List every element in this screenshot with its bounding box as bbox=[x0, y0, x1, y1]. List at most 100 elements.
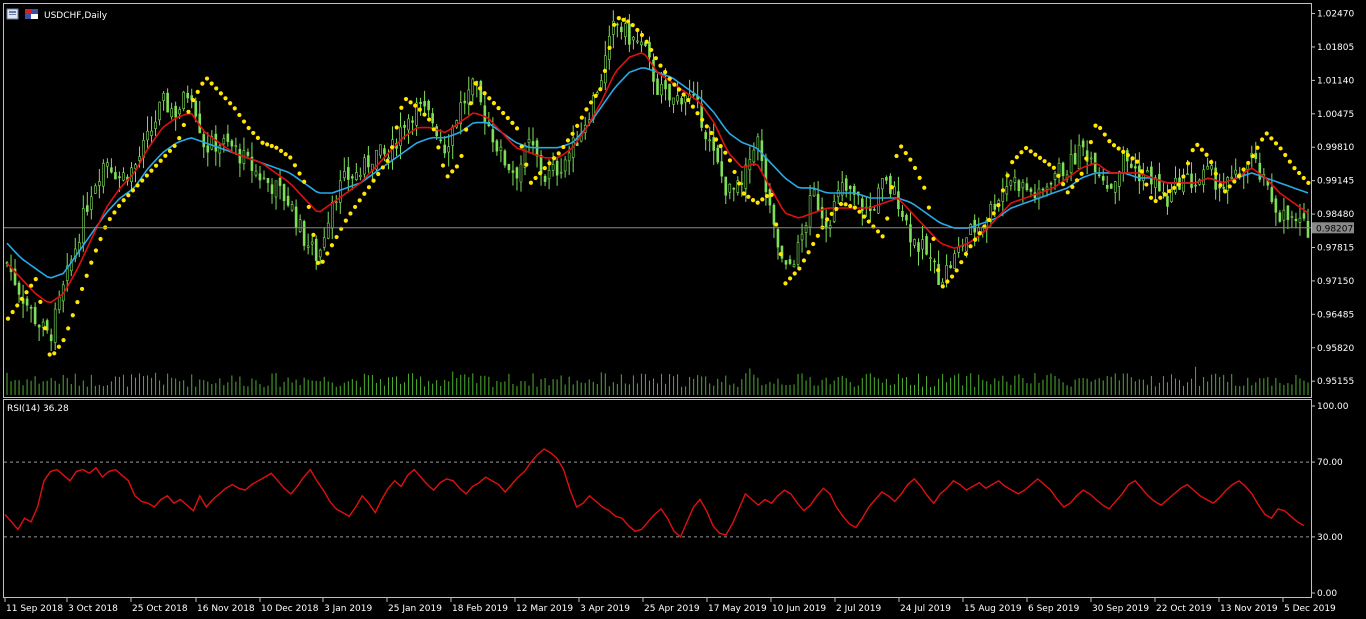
sar-dot bbox=[246, 125, 251, 131]
sar-dot bbox=[848, 203, 853, 209]
current-price-label: 0.98207 bbox=[1316, 224, 1353, 234]
candle-body bbox=[1017, 180, 1021, 192]
candle-body bbox=[812, 189, 816, 197]
sar-dot bbox=[1023, 145, 1029, 151]
sar-dot bbox=[723, 150, 728, 155]
price-tick-label: 1.01140 bbox=[1317, 76, 1354, 86]
candle-body bbox=[102, 163, 105, 187]
sar-dot bbox=[93, 248, 99, 253]
sar-dot bbox=[241, 119, 247, 124]
candle-body bbox=[1186, 173, 1189, 176]
sar-dot bbox=[191, 97, 196, 103]
sar-dot bbox=[686, 97, 691, 103]
candle-body bbox=[114, 172, 117, 180]
candle-body bbox=[1206, 166, 1209, 170]
sar-dot bbox=[838, 201, 844, 207]
candle-body bbox=[599, 80, 603, 89]
sar-dot bbox=[880, 234, 885, 239]
sar-dot bbox=[612, 22, 617, 27]
sar-dot bbox=[24, 290, 29, 295]
sar-dot bbox=[922, 185, 927, 190]
sar-dot bbox=[302, 179, 307, 184]
sar-dot bbox=[1098, 125, 1103, 131]
time-tick-label: 30 Sep 2019 bbox=[1092, 604, 1149, 614]
time-tick-label: 25 Oct 2018 bbox=[132, 604, 188, 614]
candle-body bbox=[338, 180, 342, 203]
sar-dot bbox=[524, 162, 529, 167]
sar-dot bbox=[630, 22, 635, 28]
candle-body bbox=[342, 171, 346, 179]
sar-dot bbox=[602, 68, 608, 73]
sar-dot bbox=[787, 276, 793, 281]
sar-dot bbox=[1185, 161, 1191, 166]
sar-dot bbox=[505, 115, 510, 121]
chart-canvas: 0.98207 1.02470 1.01805 1.01140 1.00475 0.99… bbox=[0, 0, 1366, 619]
candle-body bbox=[1270, 187, 1274, 202]
sar-dot bbox=[29, 283, 34, 288]
sar-dot bbox=[899, 144, 904, 149]
sar-dot bbox=[852, 205, 857, 210]
sar-dot bbox=[746, 194, 751, 199]
candle-body bbox=[700, 103, 703, 128]
sar-dot bbox=[917, 175, 922, 180]
candle-body bbox=[507, 163, 511, 171]
candle-body bbox=[25, 298, 29, 306]
sar-dot bbox=[172, 143, 177, 149]
sar-dot bbox=[121, 198, 126, 203]
sar-dot bbox=[1135, 159, 1140, 164]
sar-dot bbox=[1037, 155, 1043, 160]
sar-dot bbox=[140, 178, 145, 183]
sar-dot bbox=[1088, 139, 1093, 145]
time-tick-label: 16 Nov 2018 bbox=[197, 604, 255, 614]
sar-dot bbox=[1213, 171, 1218, 176]
candle-body bbox=[1194, 184, 1197, 187]
sar-dot bbox=[1176, 182, 1181, 187]
sar-dot bbox=[588, 100, 594, 105]
sar-dot bbox=[130, 188, 136, 193]
chart-window-icon[interactable] bbox=[6, 8, 19, 20]
sar-dot bbox=[70, 313, 75, 318]
candle-body bbox=[624, 23, 627, 38]
rsi-tick-label: 0.00 bbox=[1317, 589, 1337, 599]
sar-dot bbox=[181, 122, 186, 128]
candle-body bbox=[423, 100, 426, 107]
sar-dot bbox=[1241, 167, 1246, 172]
candle-body bbox=[1210, 165, 1213, 170]
candle-body bbox=[1105, 185, 1109, 189]
candle-body bbox=[1041, 188, 1045, 191]
sar-dot bbox=[42, 326, 48, 331]
sar-dot bbox=[394, 125, 399, 130]
sar-dot bbox=[491, 101, 497, 106]
candle-body bbox=[921, 239, 924, 250]
candle-body bbox=[844, 178, 848, 191]
sar-dot bbox=[376, 171, 381, 177]
sar-dot bbox=[1297, 170, 1302, 176]
sar-dot bbox=[801, 258, 807, 263]
candle-body bbox=[1258, 162, 1262, 180]
sar-dot bbox=[98, 236, 103, 242]
sar-dot bbox=[403, 96, 409, 102]
sar-dot bbox=[214, 86, 219, 91]
candle-body bbox=[680, 98, 683, 105]
sar-dot bbox=[977, 230, 982, 236]
candle-body bbox=[656, 78, 659, 95]
candle-body bbox=[1202, 169, 1205, 185]
candle-body bbox=[905, 214, 908, 221]
sar-dot bbox=[228, 101, 233, 106]
time-tick-label: 18 Feb 2019 bbox=[452, 604, 508, 614]
price-tick-label: 0.97815 bbox=[1317, 243, 1354, 253]
sar-dot bbox=[607, 45, 612, 50]
sar-dot bbox=[1074, 178, 1080, 183]
sar-dot bbox=[713, 137, 719, 142]
sar-dot bbox=[1222, 189, 1228, 194]
sar-dot bbox=[750, 198, 756, 203]
candle-body bbox=[118, 176, 121, 179]
candle-body bbox=[122, 172, 125, 181]
sar-dot bbox=[649, 47, 654, 53]
candle-body bbox=[162, 93, 165, 101]
candle-body bbox=[776, 229, 780, 248]
sar-dot bbox=[1005, 173, 1010, 178]
candle-body bbox=[555, 160, 559, 176]
sar-dot bbox=[473, 81, 478, 86]
sar-dot bbox=[427, 117, 432, 122]
